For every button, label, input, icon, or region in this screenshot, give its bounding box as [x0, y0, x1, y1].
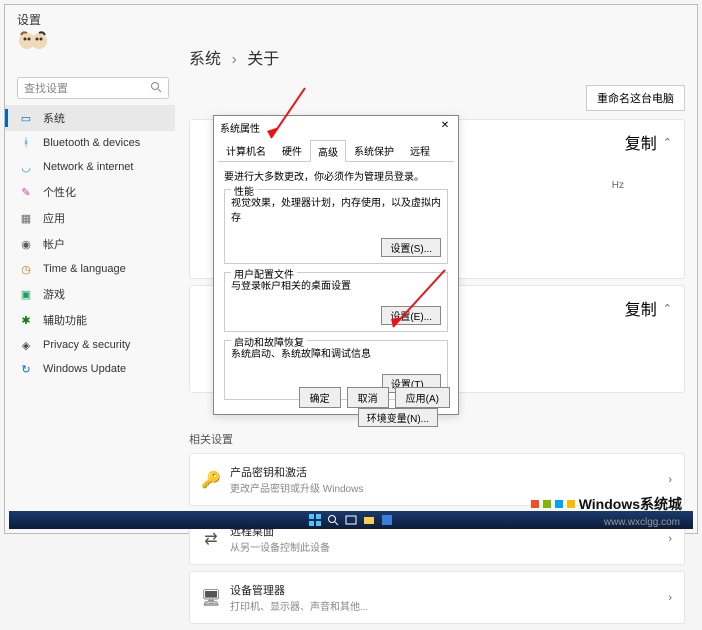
watermark-text: Windows系统城: [579, 494, 682, 514]
group-label: 用户配置文件: [231, 266, 297, 281]
sidebar: ▭ 系统 ᚼ Bluetooth & devices ◡ Network & inte…: [5, 105, 175, 381]
system-icon: ▭: [19, 111, 33, 125]
tab-hardware[interactable]: 硬件: [274, 139, 310, 161]
close-icon[interactable]: ✕: [438, 120, 452, 135]
start-icon[interactable]: [309, 514, 321, 526]
chevron-right-icon: ›: [668, 474, 672, 486]
apps-icon: ▦: [19, 211, 33, 225]
chevron-up-icon[interactable]: ⌃: [663, 302, 672, 315]
sidebar-item-label: 辅助功能: [43, 312, 87, 328]
tab-computer-name[interactable]: 计算机名: [218, 139, 274, 161]
tab-remote[interactable]: 远程: [402, 139, 438, 161]
accessibility-icon: ✱: [19, 313, 33, 327]
admin-note: 要进行大多数更改，你必须作为管理员登录。: [224, 168, 448, 183]
user-avatar[interactable]: [17, 29, 49, 57]
breadcrumb-about: 关于: [247, 51, 279, 68]
gamepad-icon: ▣: [19, 287, 33, 301]
settings-title: 设置: [17, 11, 41, 28]
sidebar-item-label: 应用: [43, 210, 65, 226]
watermark: Windows系统城: [531, 494, 682, 514]
sidebar-item-label: 游戏: [43, 286, 65, 302]
sidebar-item-privacy[interactable]: ◈ Privacy & security: [5, 333, 175, 357]
bluetooth-icon: ᚼ: [19, 136, 33, 150]
device-icon: 🖥: [202, 589, 220, 607]
key-icon: 🔑: [202, 471, 220, 489]
card-subtitle: 打印机、显示器、声音和其他...: [230, 598, 658, 613]
sidebar-item-apps[interactable]: ▦ 应用: [5, 205, 175, 231]
cancel-button[interactable]: 取消: [347, 387, 389, 408]
environment-variables-button[interactable]: 环境变量(N)...: [358, 408, 438, 427]
copy-label[interactable]: 复制: [625, 296, 657, 320]
apply-button[interactable]: 应用(A): [395, 387, 450, 408]
group-desc: 视觉效果，处理器计划，内存使用，以及虚拟内存: [231, 194, 441, 224]
sidebar-item-accounts[interactable]: ◉ 帐户: [5, 231, 175, 257]
sidebar-item-label: 系统: [43, 110, 65, 126]
breadcrumb-system[interactable]: 系统: [189, 51, 221, 68]
explorer-icon[interactable]: [363, 514, 375, 526]
chevron-right-icon: ›: [668, 533, 672, 545]
sidebar-item-label: 帐户: [43, 236, 65, 252]
breadcrumb-separator: ›: [231, 51, 236, 68]
search-placeholder: 查找设置: [24, 80, 150, 96]
card-subtitle: 更改产品密钥或升级 Windows: [230, 480, 658, 495]
card-subtitle: 从另一设备控制此设备: [230, 539, 658, 554]
device-manager-card[interactable]: 🖥 设备管理器打印机、显示器、声音和其他... ›: [189, 571, 685, 624]
sidebar-item-label: 个性化: [43, 184, 76, 200]
card-title: 产品密钥和激活: [230, 464, 658, 480]
watermark-url: www.wxclgg.com: [604, 517, 680, 528]
sidebar-item-time[interactable]: ◷ Time & language: [5, 257, 175, 281]
card-title: 设备管理器: [230, 582, 658, 598]
dialog-title: 系统属性: [220, 120, 260, 135]
app-icon[interactable]: [381, 514, 393, 526]
sidebar-item-personalization[interactable]: ✎ 个性化: [5, 179, 175, 205]
search-input[interactable]: 查找设置: [17, 77, 169, 99]
copy-label[interactable]: 复制: [625, 130, 657, 154]
shield-icon: ◈: [19, 338, 33, 352]
ok-button[interactable]: 确定: [299, 387, 341, 408]
remote-icon: ⇄: [202, 530, 220, 548]
hz-label: Hz: [612, 180, 624, 191]
system-properties-dialog: 系统属性 ✕ 计算机名 硬件 高级 系统保护 远程 要进行大多数更改，你必须作为…: [213, 115, 459, 415]
user-profile-settings-button[interactable]: 设置(E)...: [381, 306, 441, 325]
sidebar-item-gaming[interactable]: ▣ 游戏: [5, 281, 175, 307]
performance-settings-button[interactable]: 设置(S)...: [381, 238, 441, 257]
task-view-icon[interactable]: [345, 514, 357, 526]
update-icon: ↻: [19, 362, 33, 376]
user-icon: ◉: [19, 237, 33, 251]
sidebar-item-bluetooth[interactable]: ᚼ Bluetooth & devices: [5, 131, 175, 155]
sidebar-item-network[interactable]: ◡ Network & internet: [5, 155, 175, 179]
sidebar-item-label: Privacy & security: [43, 339, 130, 351]
sidebar-item-label: Windows Update: [43, 363, 126, 375]
breadcrumb: 系统 › 关于: [189, 45, 279, 69]
related-settings-label: 相关设置: [189, 431, 685, 447]
user-profile-group: 用户配置文件 与登录帐户相关的桌面设置 设置(E)...: [224, 272, 448, 332]
tab-system-protection[interactable]: 系统保护: [346, 139, 402, 161]
sidebar-item-update[interactable]: ↻ Windows Update: [5, 357, 175, 381]
sidebar-item-system[interactable]: ▭ 系统: [5, 105, 175, 131]
clock-icon: ◷: [19, 262, 33, 276]
sidebar-item-label: Time & language: [43, 263, 126, 275]
taskbar-search-icon[interactable]: [327, 514, 339, 526]
rename-pc-button[interactable]: 重命名这台电脑: [586, 85, 685, 111]
wifi-icon: ◡: [19, 160, 33, 174]
chevron-up-icon[interactable]: ⌃: [663, 136, 672, 149]
performance-group: 性能 视觉效果，处理器计划，内存使用，以及虚拟内存 设置(S)...: [224, 189, 448, 264]
sidebar-item-label: Bluetooth & devices: [43, 137, 140, 149]
tab-advanced[interactable]: 高级: [310, 140, 346, 162]
sidebar-item-accessibility[interactable]: ✱ 辅助功能: [5, 307, 175, 333]
search-icon: [150, 81, 162, 96]
sidebar-item-label: Network & internet: [43, 161, 133, 173]
group-label: 启动和故障恢复: [231, 334, 307, 349]
chevron-right-icon: ›: [668, 592, 672, 604]
brush-icon: ✎: [19, 185, 33, 199]
dialog-tabs: 计算机名 硬件 高级 系统保护 远程: [218, 139, 454, 162]
group-label: 性能: [231, 183, 257, 198]
